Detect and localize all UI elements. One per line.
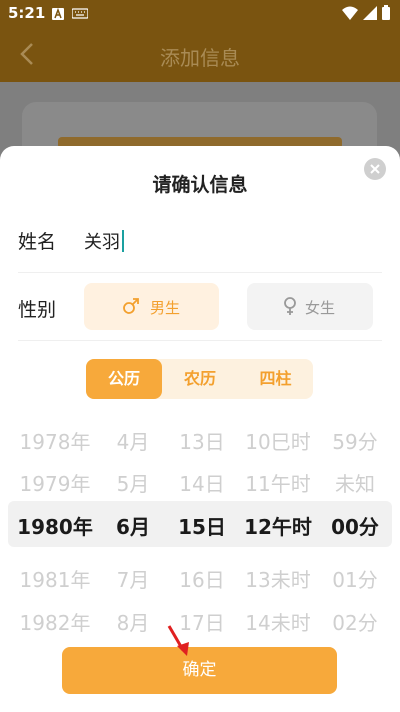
gender-label: 性别 <box>18 299 57 321</box>
gender-male-label: 男生 <box>150 299 181 317</box>
name-value: 关羽 <box>84 232 120 253</box>
confirm-info-sheet: 请确认信息 姓名 关羽 性别 男生 女生 公历 农历 四柱 1978年 1979… <box>0 146 400 712</box>
picker-hour-option[interactable]: 10巳时 <box>245 426 310 455</box>
wifi-icon <box>342 6 358 20</box>
picker-hour-selected[interactable]: 12午时 <box>244 511 312 540</box>
picker-day-selected[interactable]: 15日 <box>178 511 226 540</box>
keyboard-icon <box>72 8 88 19</box>
picker-month-option[interactable]: 7月 <box>117 564 150 593</box>
tab-lunar[interactable]: 农历 <box>162 359 238 399</box>
picker-year-selected[interactable]: 1980年 <box>17 511 93 540</box>
picker-hour-option[interactable]: 13未时 <box>245 564 310 593</box>
text-cursor <box>122 230 124 252</box>
picker-year-option[interactable]: 1982年 <box>20 607 91 636</box>
status-bar: 5:21 <box>0 0 400 28</box>
picker-day-option[interactable]: 14日 <box>179 468 224 497</box>
pointer-arrow-icon <box>167 625 189 656</box>
picker-year-option[interactable]: 1981年 <box>20 564 91 593</box>
female-icon <box>284 297 296 315</box>
picker-month-selected[interactable]: 6月 <box>116 511 150 540</box>
tab-gregorian[interactable]: 公历 <box>86 359 162 399</box>
confirm-button[interactable]: 确定 <box>62 647 337 694</box>
battery-icon <box>382 5 390 20</box>
calendar-type-tabs: 公历 农历 四柱 <box>86 359 313 399</box>
gender-female-label: 女生 <box>305 299 336 317</box>
page-title: 添加信息 <box>160 46 240 70</box>
gender-female-button[interactable]: 女生 <box>247 283 373 330</box>
male-icon <box>123 298 139 314</box>
picker-minute-option[interactable]: 59分 <box>332 426 377 455</box>
picker-month-option[interactable]: 4月 <box>117 426 150 455</box>
picker-day-option[interactable]: 16日 <box>179 564 224 593</box>
signal-icon <box>363 6 377 20</box>
notification-a-icon <box>52 8 64 20</box>
picker-year-option[interactable]: 1979年 <box>20 468 91 497</box>
picker-month-option[interactable]: 5月 <box>117 468 150 497</box>
picker-month-option[interactable]: 8月 <box>117 607 150 636</box>
tab-four-pillars[interactable]: 四柱 <box>238 359 313 399</box>
picker-year-option[interactable]: 1978年 <box>20 426 91 455</box>
picker-minute-selected[interactable]: 00分 <box>331 511 379 540</box>
picker-minute-option[interactable]: 02分 <box>332 607 377 636</box>
picker-hour-option[interactable]: 14未时 <box>245 607 310 636</box>
picker-hour-option[interactable]: 11午时 <box>245 468 310 497</box>
app-bar: 添加信息 <box>0 28 400 82</box>
name-label: 姓名 <box>18 231 57 253</box>
divider <box>18 340 382 341</box>
picker-minute-option[interactable]: 未知 <box>335 468 375 497</box>
gender-male-button[interactable]: 男生 <box>84 283 219 330</box>
divider <box>18 272 382 273</box>
picker-minute-option[interactable]: 01分 <box>332 564 377 593</box>
picker-day-option[interactable]: 13日 <box>179 426 224 455</box>
dialog-title: 请确认信息 <box>152 174 248 196</box>
name-field[interactable]: 关羽 <box>84 228 124 254</box>
status-time: 5:21 <box>8 4 46 22</box>
